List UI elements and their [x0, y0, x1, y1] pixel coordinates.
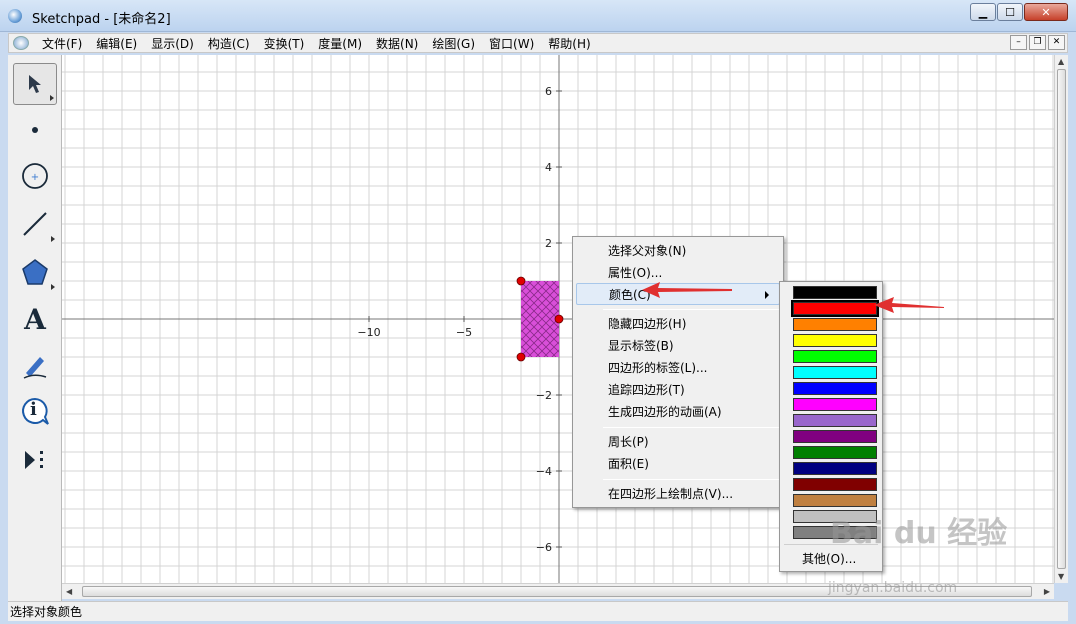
info-tool[interactable]: i — [13, 391, 57, 433]
y-tick-label: −4 — [536, 465, 552, 478]
submenu-arrow-icon — [765, 291, 769, 299]
menu-display[interactable]: 显示(D) — [144, 35, 201, 52]
ctx-hide-quadrilateral[interactable]: 隐藏四边形(H) — [576, 313, 780, 335]
menu-graph[interactable]: 绘图(G) — [425, 35, 482, 52]
scroll-right-arrow-icon[interactable]: ▶ — [1044, 587, 1050, 596]
menu-edit[interactable]: 编辑(E) — [89, 35, 144, 52]
menu-bar: 文件(F) 编辑(E) 显示(D) 构造(C) 变换(T) 度量(M) 数据(N… — [8, 33, 1068, 53]
ctx-trace-quadrilateral[interactable]: 追踪四边形(T) — [576, 379, 780, 401]
marker-tool[interactable] — [13, 345, 57, 387]
vertical-scroll-thumb[interactable] — [1057, 69, 1066, 569]
color-swatch[interactable] — [791, 300, 879, 317]
other-color-item[interactable]: 其他(O)... — [802, 550, 856, 567]
menu-measure[interactable]: 度量(M) — [311, 35, 369, 52]
menu-help[interactable]: 帮助(H) — [541, 35, 597, 52]
color-swatch[interactable] — [793, 462, 877, 475]
vertical-scrollbar[interactable]: ▲ ▼ — [1054, 55, 1068, 583]
color-swatch[interactable] — [793, 318, 877, 331]
svg-text:+: + — [31, 172, 39, 183]
coordinate-graph[interactable]: −10−5510642−2−4−6 — [62, 55, 1054, 583]
color-swatch[interactable] — [793, 414, 877, 427]
arrow-tool[interactable] — [13, 63, 57, 105]
quadrilateral[interactable] — [516, 276, 564, 362]
color-swatch[interactable] — [793, 446, 877, 459]
text-tool[interactable]: A — [13, 298, 57, 340]
menu-data[interactable]: 数据(N) — [369, 35, 425, 52]
toolbox: + A i — [8, 55, 62, 601]
menu-window[interactable]: 窗口(W) — [482, 35, 541, 52]
title-bar: Sketchpad - [未命名2] ▁ ☐ ✕ — [0, 0, 1076, 32]
color-swatch[interactable] — [793, 382, 877, 395]
ctx-color[interactable]: 颜色(C) — [576, 283, 780, 305]
color-swatch[interactable] — [793, 334, 877, 347]
line-icon — [23, 212, 47, 236]
maximize-button[interactable]: ☐ — [997, 3, 1023, 21]
menu-construct[interactable]: 构造(C) — [201, 35, 257, 52]
color-swatch[interactable] — [793, 366, 877, 379]
quadrilateral-hatch — [521, 281, 559, 357]
pentagon-icon — [22, 259, 48, 285]
vertex-point — [516, 352, 526, 362]
status-bar: 选择对象颜色 — [8, 601, 1068, 621]
menu-transform[interactable]: 变换(T) — [257, 35, 312, 52]
scroll-down-arrow-icon[interactable]: ▼ — [1058, 572, 1064, 581]
doc-restore-button[interactable]: ❐ — [1029, 35, 1046, 50]
sketch-canvas[interactable]: −10−5510642−2−4−6 — [62, 55, 1054, 583]
window-controls: ▁ ☐ ✕ — [969, 3, 1068, 21]
document-icon[interactable] — [13, 36, 29, 50]
point-tool[interactable] — [13, 109, 57, 151]
color-swatch[interactable] — [793, 286, 877, 299]
vertex-point — [516, 276, 526, 286]
compass-icon: + — [22, 163, 48, 189]
y-tick-label: 2 — [545, 237, 552, 250]
color-swatch[interactable] — [793, 350, 877, 363]
ctx-quadrilateral-label[interactable]: 四边形的标签(L)... — [576, 357, 780, 379]
vertex-point — [554, 314, 564, 324]
color-swatch[interactable] — [793, 398, 877, 411]
ctx-animate-quadrilateral[interactable]: 生成四边形的动画(A) — [576, 401, 780, 423]
menu-separator — [603, 479, 779, 480]
menu-separator — [603, 309, 779, 310]
ctx-perimeter[interactable]: 周长(P) — [576, 431, 780, 453]
arrow-icon — [29, 75, 41, 93]
y-tick-label: 6 — [545, 85, 552, 98]
doc-close-button[interactable]: ✕ — [1048, 35, 1065, 50]
y-tick-label: −6 — [536, 541, 552, 554]
x-tick-label: −5 — [456, 326, 472, 339]
ctx-properties[interactable]: 属性(O)... — [576, 262, 780, 284]
scroll-up-arrow-icon[interactable]: ▲ — [1058, 57, 1064, 66]
custom-tool[interactable] — [13, 439, 57, 481]
text-A-icon: A — [24, 302, 46, 336]
menu-file[interactable]: 文件(F) — [35, 35, 89, 52]
straightedge-tool[interactable] — [13, 203, 57, 245]
compass-tool[interactable]: + — [13, 155, 57, 197]
play-menu-icon — [25, 451, 43, 469]
document-window-controls: – ❐ ✕ — [1008, 35, 1065, 50]
window-title: Sketchpad - [未命名2] — [32, 12, 171, 27]
ctx-show-label[interactable]: 显示标签(B) — [576, 335, 780, 357]
pen-icon — [23, 357, 47, 379]
x-tick-label: −10 — [357, 326, 380, 339]
polygon-tool[interactable] — [13, 251, 57, 293]
y-tick-label: 4 — [545, 161, 552, 174]
scroll-left-arrow-icon[interactable]: ◀ — [66, 587, 72, 596]
info-glyph: i — [30, 399, 37, 420]
ctx-area[interactable]: 面积(E) — [576, 453, 780, 475]
color-swatch[interactable] — [793, 430, 877, 443]
ctx-select-parents[interactable]: 选择父对象(N) — [576, 240, 780, 262]
sketchpad-app-icon — [8, 9, 22, 23]
minimize-button[interactable]: ▁ — [970, 3, 996, 21]
y-tick-label: −2 — [536, 389, 552, 402]
color-swatch[interactable] — [793, 478, 877, 491]
ctx-plot-point-on-quadrilateral[interactable]: 在四边形上绘制点(V)... — [576, 483, 780, 505]
baidu-watermark-url: jingyan.baidu.com — [828, 580, 958, 596]
point-icon — [32, 127, 38, 133]
menu-separator — [603, 427, 779, 428]
baidu-watermark: Bai du 经验 — [830, 516, 1008, 551]
ctx-color-label: 颜色(C) — [609, 288, 651, 302]
doc-minimize-button[interactable]: – — [1010, 35, 1027, 50]
context-menu: 选择父对象(N) 属性(O)... 颜色(C) 隐藏四边形(H) 显示标签(B)… — [572, 236, 784, 508]
color-swatch[interactable] — [793, 494, 877, 507]
close-button[interactable]: ✕ — [1024, 3, 1068, 21]
